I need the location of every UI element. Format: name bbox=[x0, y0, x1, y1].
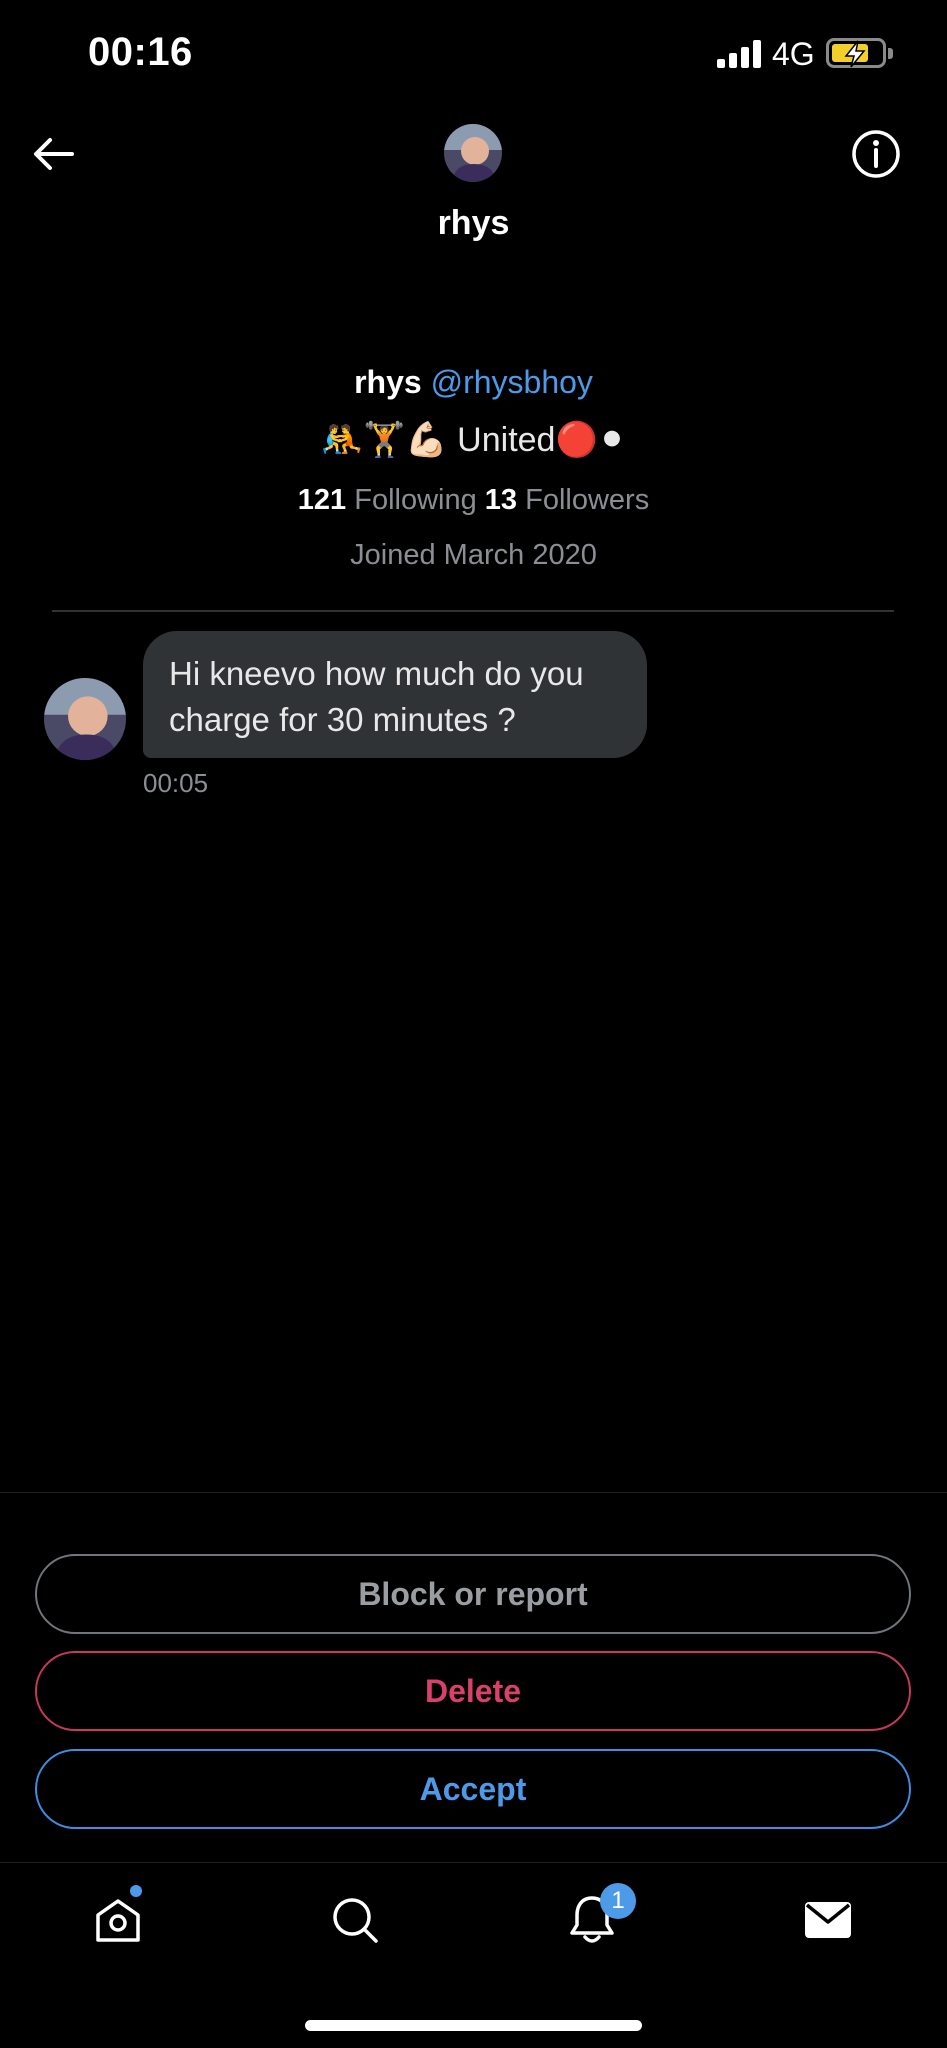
tab-home[interactable] bbox=[88, 1890, 148, 1950]
profile-handle[interactable]: @rhysbhoy bbox=[431, 364, 593, 400]
profile-name: rhys bbox=[354, 364, 422, 400]
followers-label[interactable]: Followers bbox=[525, 484, 649, 516]
message-sender-avatar[interactable] bbox=[44, 678, 126, 760]
home-indicator[interactable] bbox=[305, 2020, 642, 2031]
battery-tip bbox=[888, 48, 893, 59]
back-button[interactable] bbox=[28, 128, 80, 180]
block-or-report-button[interactable]: Block or report bbox=[35, 1554, 911, 1634]
delete-button[interactable]: Delete bbox=[35, 1651, 911, 1731]
avatar-image bbox=[44, 678, 126, 760]
followers-count[interactable]: 13 bbox=[485, 484, 517, 516]
profile-name-line[interactable]: rhys @rhysbhoy bbox=[0, 364, 947, 401]
header-avatar[interactable] bbox=[444, 124, 502, 182]
home-unread-dot bbox=[130, 1885, 142, 1897]
following-count[interactable]: 121 bbox=[298, 484, 346, 516]
avatar-image bbox=[444, 124, 502, 182]
status-time: 00:16 bbox=[88, 30, 193, 74]
home-icon bbox=[96, 1899, 140, 1942]
notifications-badge: 1 bbox=[600, 1883, 636, 1919]
network-type: 4G bbox=[772, 36, 815, 72]
charging-bolt-icon bbox=[844, 40, 866, 68]
profile-joined: Joined March 2020 bbox=[350, 539, 597, 571]
accept-button[interactable]: Accept bbox=[35, 1749, 911, 1829]
info-circle-icon bbox=[852, 130, 900, 178]
action-area-divider bbox=[0, 1492, 947, 1493]
arrow-left-icon bbox=[34, 138, 74, 170]
search-icon bbox=[333, 1898, 378, 1943]
header-title: rhys bbox=[437, 204, 510, 242]
profile-divider bbox=[52, 610, 894, 612]
tab-messages[interactable] bbox=[798, 1890, 858, 1950]
dm-request-screen: 00:16 4G rhys rhys @rhysbhoy 🤼🏋💪🏻 United… bbox=[0, 0, 947, 2048]
message-timestamp: 00:05 bbox=[143, 768, 209, 798]
mail-icon bbox=[805, 1902, 851, 1938]
following-label[interactable]: Following bbox=[354, 484, 477, 516]
tab-search[interactable] bbox=[325, 1890, 385, 1950]
bio-text: United bbox=[457, 421, 556, 459]
signal-strength-icon bbox=[717, 40, 763, 68]
bio-trailing-emojis: 🔴⚫ bbox=[555, 421, 627, 459]
profile-stats: 121 Following 13 Followers bbox=[0, 484, 947, 517]
bio-emojis: 🤼🏋💪🏻 bbox=[320, 421, 448, 459]
status-bar: 00:16 4G bbox=[0, 0, 947, 110]
profile-bio: 🤼🏋💪🏻 United🔴⚫ bbox=[0, 420, 947, 460]
message-bubble[interactable]: Hi kneevo how much do you charge for 30 … bbox=[143, 631, 647, 758]
info-button[interactable] bbox=[850, 128, 902, 180]
tab-bar-divider bbox=[0, 1862, 947, 1863]
